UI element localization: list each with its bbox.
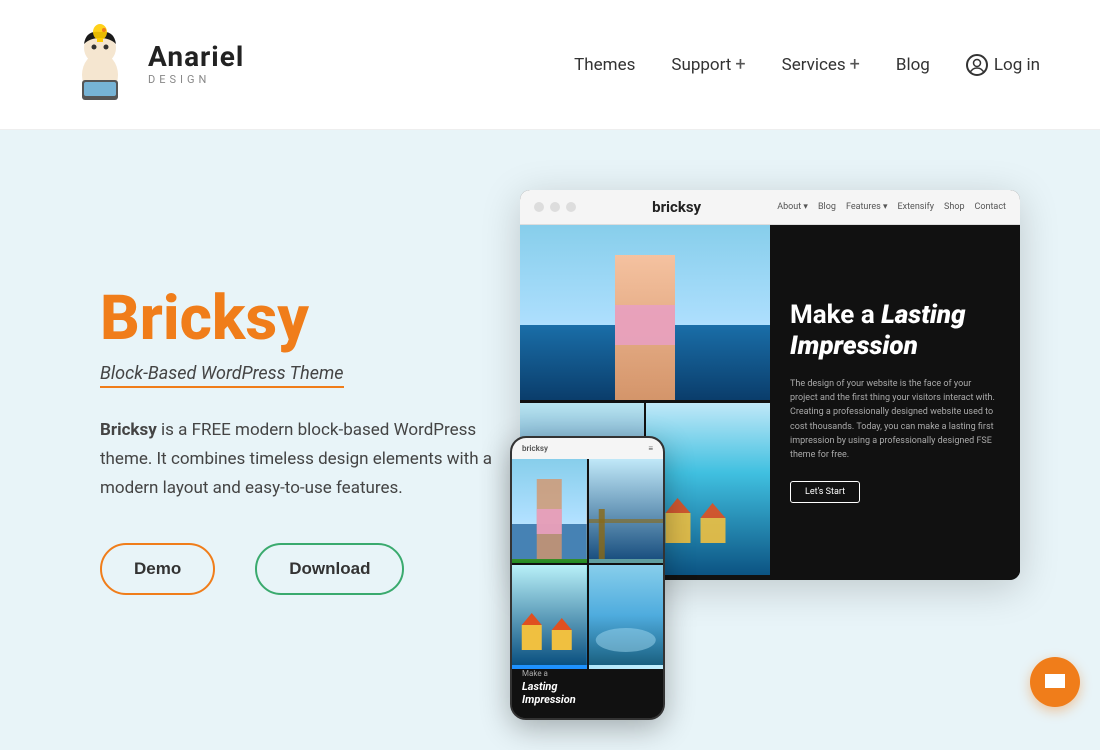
mobile-bar: bricksy ≡ — [512, 438, 663, 459]
hero-desc-text: is a FREE modern block-based WordPress t… — [100, 420, 492, 498]
mobile-mockup: bricksy ≡ — [510, 436, 665, 720]
mobile-body: Make a Lasting Impression — [512, 459, 663, 718]
header: Anariel DESIGN Themes Support + Services… — [0, 0, 1100, 130]
hero-buttons: Demo Download — [100, 543, 520, 595]
browser-dot-2 — [550, 202, 560, 212]
mosaic-right: Make a Lasting Impression The design of … — [770, 225, 1020, 575]
browser-dot-3 — [566, 202, 576, 212]
browser-dot-1 — [534, 202, 544, 212]
mobile-menu-icon: ≡ — [648, 444, 653, 453]
browser-tagline: Make a Lasting Impression — [790, 300, 1000, 362]
nav: Themes Support + Services + Blog Log in — [574, 54, 1040, 76]
mobile-image-3 — [512, 565, 587, 669]
mobile-caption-small: Make a — [522, 669, 653, 678]
hero-brand-name: Bricksy — [100, 420, 157, 440]
login-icon — [966, 54, 988, 76]
hero-left: Bricksy Block-Based WordPress Theme Bric… — [100, 285, 520, 595]
browser-bar: bricksy About ▾ Blog Features ▾ Extensif… — [520, 190, 1020, 225]
mobile-image-1 — [512, 459, 587, 563]
browser-nav-blog: Blog — [818, 202, 836, 212]
browser-nav-extensify: Extensify — [898, 202, 935, 212]
browser-site-name: bricksy — [652, 198, 701, 216]
browser-nav-about: About ▾ — [777, 202, 808, 212]
mobile-image-2 — [589, 459, 664, 563]
browser-nav: About ▾ Blog Features ▾ Extensify Shop C… — [777, 202, 1006, 212]
nav-services[interactable]: Services + — [782, 54, 860, 75]
mobile-logo: bricksy — [522, 444, 548, 453]
nav-login[interactable]: Log in — [966, 54, 1040, 76]
logo-area: Anariel DESIGN — [60, 20, 244, 110]
mobile-mosaic-grid — [512, 459, 663, 659]
nav-support[interactable]: Support + — [671, 54, 745, 75]
hero-right: bricksy About ▾ Blog Features ▾ Extensif… — [560, 190, 1020, 690]
chat-icon — [1041, 668, 1069, 696]
browser-cta[interactable]: Let's Start — [790, 481, 860, 503]
nav-services-plus: + — [850, 54, 860, 75]
download-button[interactable]: Download — [255, 543, 404, 595]
nav-support-plus: + — [735, 54, 745, 75]
chat-bubble[interactable] — [1030, 657, 1080, 707]
logo-text: Anariel — [148, 43, 244, 71]
hero-description: Bricksy is a FREE modern block-based Wor… — [100, 416, 520, 503]
mosaic-image-1 — [520, 225, 770, 400]
mobile-caption-big: Lasting Impression — [522, 680, 653, 706]
hero-title: Bricksy — [100, 285, 520, 353]
browser-nav-shop: Shop — [944, 202, 965, 212]
mobile-image-4 — [589, 565, 664, 669]
logo-subtext: DESIGN — [148, 73, 244, 86]
hero-subtitle: Block-Based WordPress Theme — [100, 363, 344, 388]
browser-nav-features: Features ▾ — [846, 202, 888, 212]
hero-section: Bricksy Block-Based WordPress Theme Bric… — [0, 130, 1100, 750]
nav-themes[interactable]: Themes — [574, 55, 635, 75]
browser-dots — [534, 202, 576, 212]
browser-nav-contact: Contact — [975, 202, 1006, 212]
logo-icon — [60, 20, 140, 110]
nav-blog[interactable]: Blog — [896, 55, 930, 75]
demo-button[interactable]: Demo — [100, 543, 215, 595]
browser-body-text: The design of your website is the face o… — [790, 377, 1000, 463]
